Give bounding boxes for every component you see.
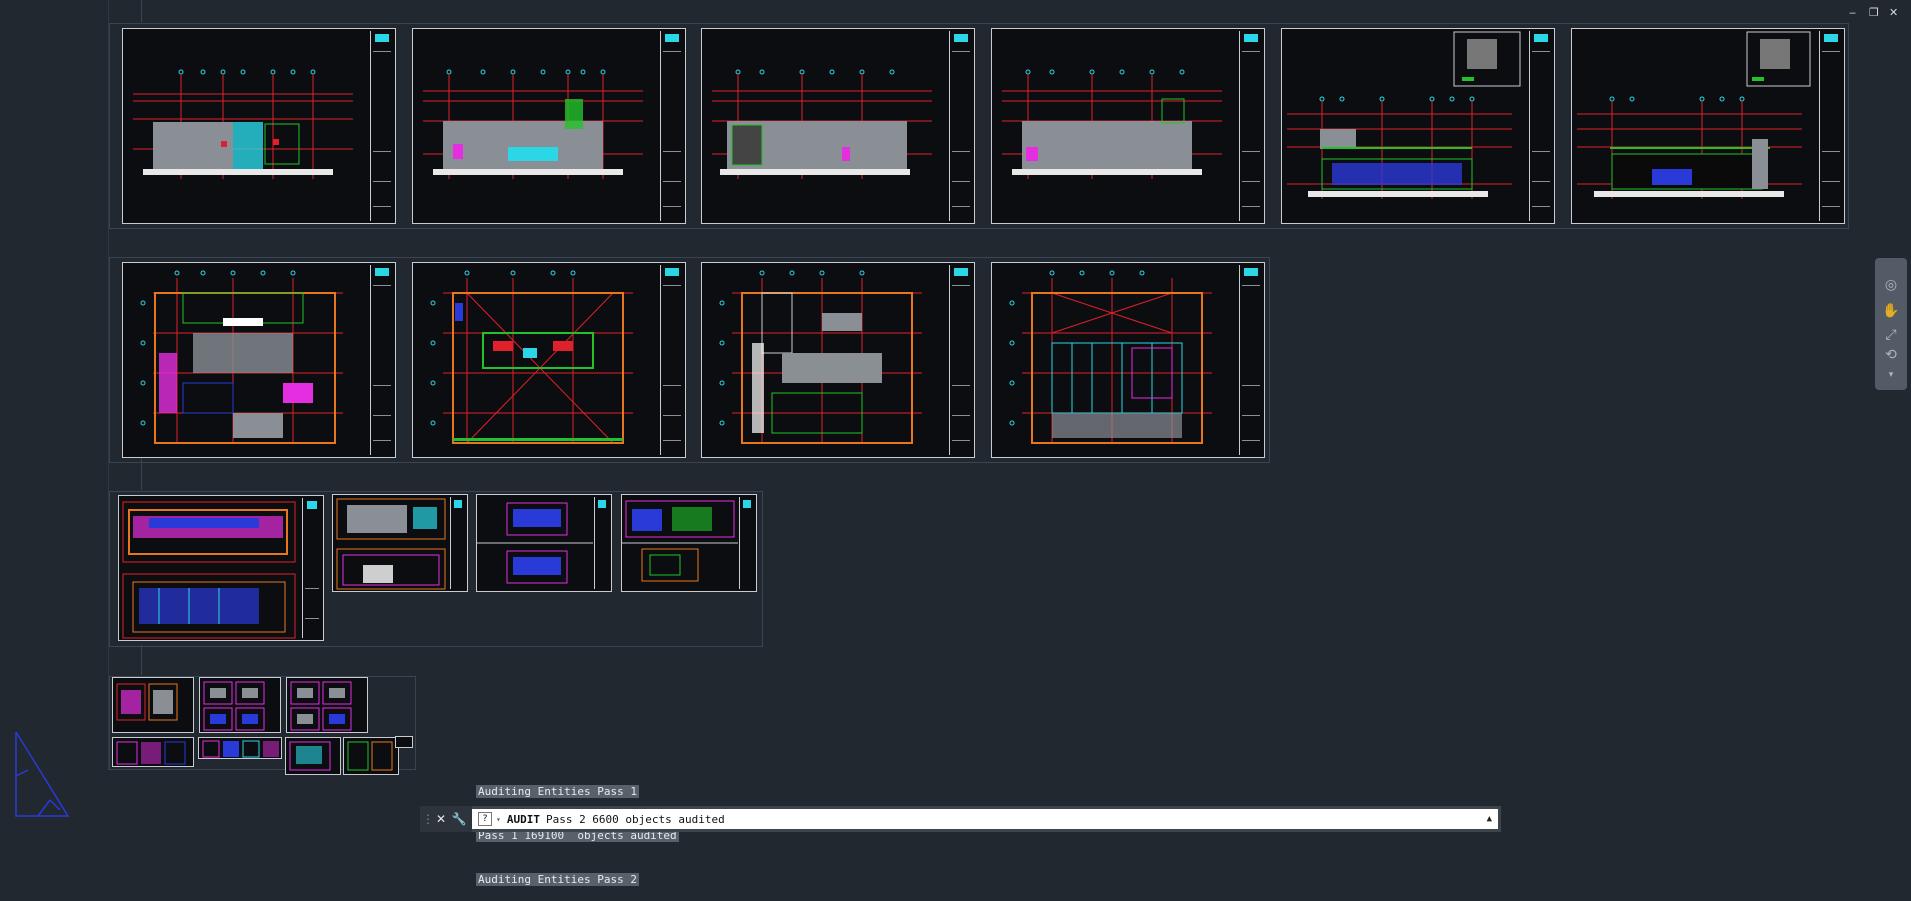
small-drawing: [203, 681, 265, 731]
drawing-sheet-detail-2[interactable]: [332, 494, 468, 592]
small-drawing: [202, 740, 279, 758]
drawing-sheet-section-1[interactable]: [1281, 28, 1555, 224]
logo-mark: [307, 501, 317, 509]
logo-mark: [665, 34, 679, 42]
history-line: Auditing Entities Pass 2: [476, 873, 639, 886]
history-line: Auditing Entities Pass 1: [476, 785, 639, 798]
zoom-icon[interactable]: ⤢: [1882, 326, 1900, 344]
command-line: ⋮ ✕ 🔧 ? ▾ AUDIT Pass 2 6600 objects audi…: [420, 806, 1501, 832]
drawing-sheet-elevation-1[interactable]: [122, 28, 396, 224]
drawing-sheet-plan-1[interactable]: [122, 262, 396, 458]
drawing-sheet-small-3[interactable]: [286, 677, 368, 733]
small-drawing: [289, 741, 331, 771]
detail-drawing: [477, 502, 593, 584]
minimize-button[interactable]: ‒: [1849, 6, 1856, 19]
small-drawing: [116, 741, 186, 765]
command-input[interactable]: ? ▾ AUDIT Pass 2 6600 objects audited ▲: [472, 809, 1498, 829]
layout-divider-line: [141, 0, 142, 22]
small-drawing: [116, 683, 178, 721]
elevation-drawing: [423, 69, 643, 179]
logo-mark: [375, 268, 389, 276]
layout-divider-line: [141, 645, 142, 675]
logo-mark: [954, 34, 968, 42]
model-space-canvas[interactable]: [0, 0, 1911, 834]
drawing-sheet-small-7[interactable]: [343, 737, 399, 775]
showmotion-icon[interactable]: ▾: [1882, 366, 1900, 384]
title-block: [594, 497, 609, 589]
command-line-tools: ⋮ ✕ 🔧: [420, 806, 472, 832]
title-block: [739, 497, 754, 589]
drawing-sheet-detail-1[interactable]: [118, 495, 324, 641]
floor-plan-drawing: [430, 270, 633, 444]
navigation-bar[interactable]: ◎ ✋ ⤢ ⟲ ▾: [1875, 258, 1907, 390]
ucs-icon: [15, 731, 70, 817]
floor-plan-drawing: [1009, 270, 1212, 444]
wrench-icon[interactable]: 🔧: [452, 811, 467, 827]
close-icon[interactable]: ✕: [434, 811, 448, 827]
grip-handle-icon[interactable]: ⋮: [422, 811, 434, 827]
small-drawing: [347, 741, 393, 771]
title-block: [949, 31, 972, 221]
logo-mark: [1244, 34, 1258, 42]
logo-mark: [954, 268, 968, 276]
elevation-drawing: [1002, 69, 1222, 179]
title-block: [370, 265, 393, 455]
section-drawing: [1287, 31, 1521, 199]
logo-mark: [1244, 268, 1258, 276]
logo-mark: [743, 500, 751, 508]
title-block: [660, 31, 683, 221]
close-window-button[interactable]: ✕: [1889, 6, 1898, 19]
elevation-drawing: [712, 69, 932, 179]
command-name: AUDIT: [506, 812, 540, 826]
orbit-icon[interactable]: ⟲: [1882, 346, 1900, 364]
drawing-sheet-elevation-3[interactable]: [701, 28, 975, 224]
drawing-sheet-detail-3[interactable]: [476, 494, 612, 592]
drawing-sheet-detail-4[interactable]: [621, 494, 757, 592]
drawing-sheet-small-1[interactable]: [112, 677, 194, 733]
drawing-sheet-small-6[interactable]: [285, 737, 341, 775]
title-block: [1529, 31, 1552, 221]
small-drawing: [290, 681, 352, 731]
section-drawing: [1577, 31, 1811, 199]
title-block: [1239, 31, 1262, 221]
logo-mark: [1824, 34, 1838, 42]
drawing-sheet-elevation-2[interactable]: [412, 28, 686, 224]
logo-mark: [598, 500, 606, 508]
detail-drawing: [622, 500, 738, 582]
pan-icon[interactable]: ✋: [1882, 302, 1900, 320]
chevron-down-icon[interactable]: ▾: [496, 815, 501, 824]
drawing-sheet-plan-2[interactable]: [412, 262, 686, 458]
elevation-drawing: [133, 69, 353, 179]
title-block: [1239, 265, 1262, 455]
title-block: [302, 498, 321, 638]
logo-mark: [665, 268, 679, 276]
logo-mark: [454, 500, 462, 508]
floor-plan-drawing: [719, 270, 922, 444]
detail-drawing: [336, 498, 446, 590]
command-text: Pass 2 6600 objects audited: [545, 812, 725, 826]
drawing-sheet-small-2[interactable]: [199, 677, 281, 733]
detail-drawing: [122, 501, 296, 639]
drawing-sheet-plan-3[interactable]: [701, 262, 975, 458]
logo-mark: [1534, 34, 1548, 42]
title-block: [450, 497, 465, 589]
logo-mark: [375, 34, 389, 42]
drawing-sheet-small-4[interactable]: [112, 737, 194, 767]
drawing-sheet-elevation-4[interactable]: [991, 28, 1265, 224]
chevron-up-icon[interactable]: ▲: [1487, 814, 1492, 824]
title-block: [949, 265, 972, 455]
drawing-sheet-section-2[interactable]: [1571, 28, 1845, 224]
floor-plan-drawing: [140, 270, 343, 444]
title-block: [1819, 31, 1842, 221]
drawing-sheet-small-8[interactable]: [395, 736, 413, 748]
title-block: [660, 265, 683, 455]
drawing-sheet-small-5[interactable]: [198, 737, 282, 759]
title-block: [370, 31, 393, 221]
drawing-sheet-plan-4[interactable]: [991, 262, 1265, 458]
restore-button[interactable]: ❐: [1869, 6, 1879, 19]
steering-wheel-icon[interactable]: ◎: [1882, 276, 1900, 294]
command-recent-icon[interactable]: ?: [478, 812, 492, 826]
